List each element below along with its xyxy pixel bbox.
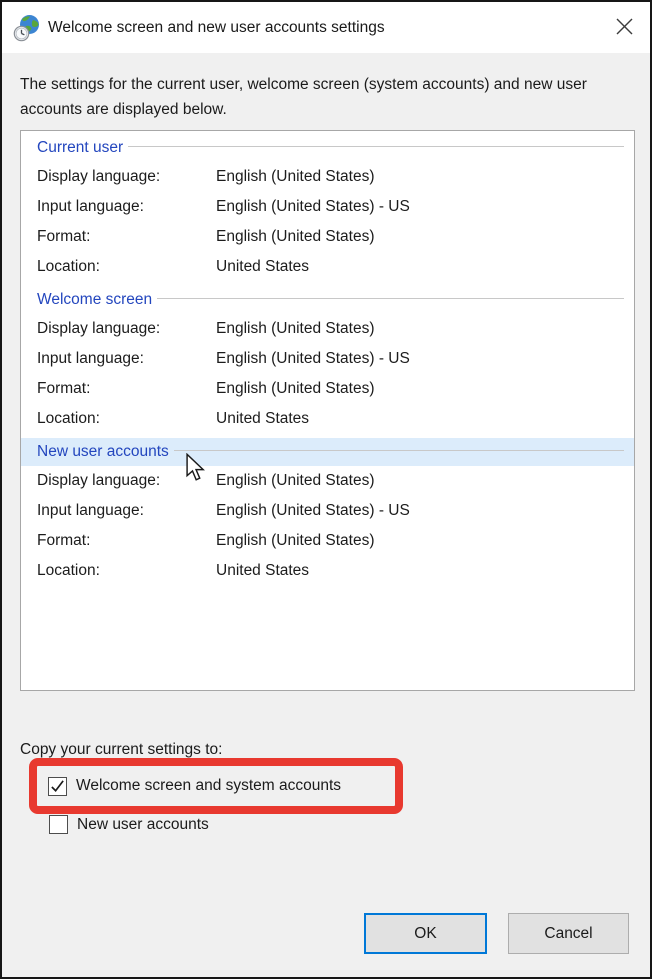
setting-value: United States <box>216 258 309 276</box>
setting-label: Location: <box>37 562 216 580</box>
dialog-description: The settings for the current user, welco… <box>20 72 632 122</box>
close-button[interactable] <box>604 8 644 48</box>
setting-label: Input language: <box>37 502 216 520</box>
new-user-checkbox-label[interactable]: New user accounts <box>77 816 209 834</box>
setting-label: Location: <box>37 410 216 428</box>
new-user-checkbox[interactable] <box>49 815 68 834</box>
setting-value: English (United States) <box>216 168 375 186</box>
section-title: New user accounts <box>37 443 169 461</box>
setting-value: United States <box>216 410 309 428</box>
annotation-red-box: Welcome screen and system accounts <box>29 758 403 814</box>
section-header: New user accounts <box>21 438 634 466</box>
setting-label: Display language: <box>37 472 216 490</box>
settings-section: New user accounts Display language: Engl… <box>21 438 634 586</box>
welcome-screen-checkbox-label[interactable]: Welcome screen and system accounts <box>76 777 341 795</box>
setting-row: Format: English (United States) <box>21 526 634 556</box>
settings-section: Welcome screen Display language: English… <box>21 286 634 434</box>
setting-row: Location: United States <box>21 556 634 586</box>
section-title: Current user <box>37 139 123 157</box>
setting-label: Input language: <box>37 350 216 368</box>
window-title: Welcome screen and new user accounts set… <box>48 19 385 37</box>
checkbox-row-new-user[interactable]: New user accounts <box>49 815 209 834</box>
setting-value: English (United States) - US <box>216 350 410 368</box>
setting-value: English (United States) - US <box>216 502 410 520</box>
dialog-window: Welcome screen and new user accounts set… <box>0 0 652 979</box>
welcome-screen-checkbox[interactable] <box>48 777 67 796</box>
title-bar: Welcome screen and new user accounts set… <box>2 2 650 53</box>
setting-value: English (United States) <box>216 320 375 338</box>
setting-label: Format: <box>37 228 216 246</box>
setting-value: English (United States) <box>216 228 375 246</box>
setting-row: Display language: English (United States… <box>21 466 634 496</box>
setting-label: Input language: <box>37 198 216 216</box>
section-divider-line <box>128 146 624 147</box>
globe-clock-icon <box>13 14 41 42</box>
setting-value: English (United States) <box>216 472 375 490</box>
section-title: Welcome screen <box>37 291 152 309</box>
setting-row: Input language: English (United States) … <box>21 344 634 374</box>
setting-row: Location: United States <box>21 252 634 282</box>
checkbox-row-welcome-screen[interactable]: Welcome screen and system accounts <box>48 777 341 796</box>
copy-settings-label: Copy your current settings to: <box>20 741 222 759</box>
ok-button[interactable]: OK <box>364 913 487 954</box>
setting-row: Location: United States <box>21 404 634 434</box>
settings-section: Current user Display language: English (… <box>21 134 634 282</box>
setting-row: Format: English (United States) <box>21 222 634 252</box>
setting-value: English (United States) <box>216 532 375 550</box>
section-header: Welcome screen <box>21 286 634 314</box>
section-header: Current user <box>21 134 634 162</box>
checkmark-icon <box>50 779 65 794</box>
setting-value: English (United States) <box>216 380 375 398</box>
setting-label: Display language: <box>37 168 216 186</box>
setting-value: English (United States) - US <box>216 198 410 216</box>
setting-label: Display language: <box>37 320 216 338</box>
setting-row: Display language: English (United States… <box>21 314 634 344</box>
setting-label: Format: <box>37 380 216 398</box>
setting-label: Location: <box>37 258 216 276</box>
setting-label: Format: <box>37 532 216 550</box>
settings-panel: Current user Display language: English (… <box>20 130 635 691</box>
section-divider-line <box>157 298 624 299</box>
setting-row: Format: English (United States) <box>21 374 634 404</box>
setting-row: Display language: English (United States… <box>21 162 634 192</box>
setting-row: Input language: English (United States) … <box>21 496 634 526</box>
setting-value: United States <box>216 562 309 580</box>
section-divider-line <box>174 450 624 451</box>
cancel-button[interactable]: Cancel <box>508 913 629 954</box>
setting-row: Input language: English (United States) … <box>21 192 634 222</box>
close-icon <box>616 18 633 38</box>
